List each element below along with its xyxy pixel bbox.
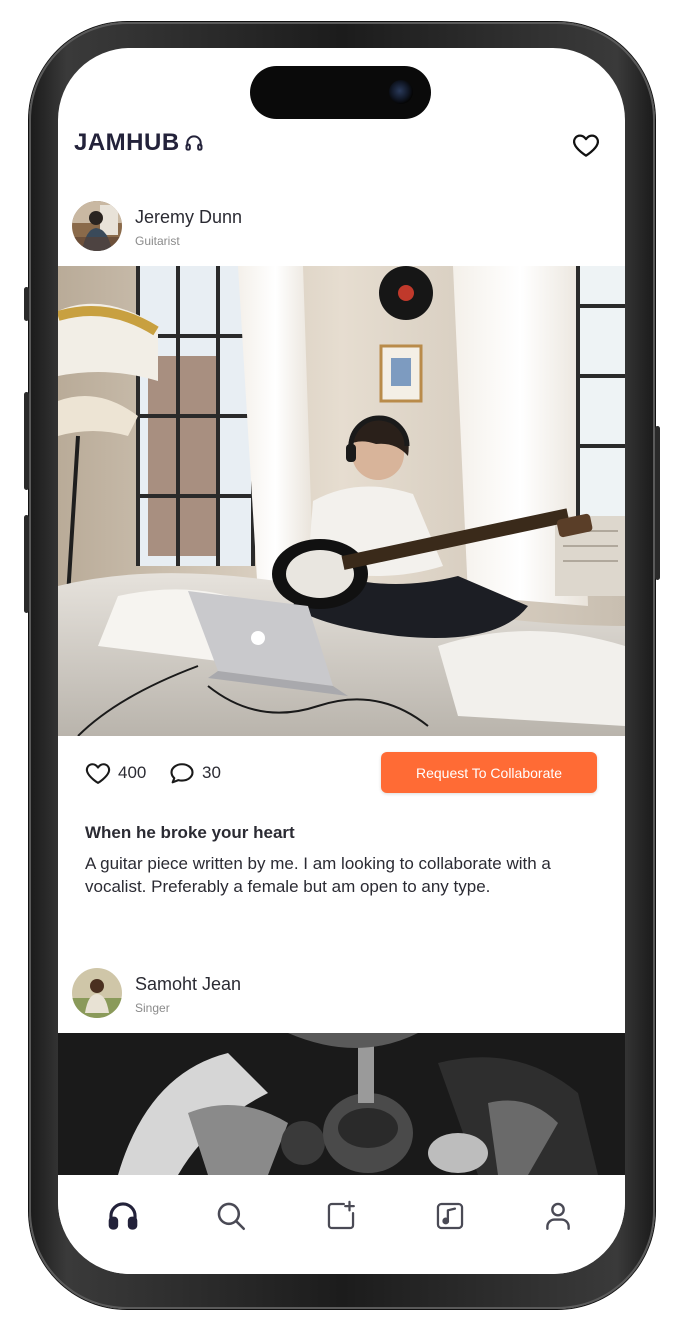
- phone-frame: JAMHUB Jeremy Dunn Guitarist 400 30 Requ…: [24, 22, 660, 1309]
- app-screen: JAMHUB Jeremy Dunn Guitarist 400 30 Requ…: [58, 48, 625, 1274]
- heart-icon: [85, 763, 111, 784]
- comment-icon: [170, 763, 194, 784]
- like-button[interactable]: 400: [84, 759, 146, 787]
- request-collaborate-button[interactable]: Request To Collaborate: [381, 752, 597, 793]
- post-title: When he broke your heart: [85, 823, 295, 842]
- post-image[interactable]: [58, 266, 625, 736]
- music-note-icon[interactable]: [433, 1199, 467, 1233]
- volume-down-button: [24, 515, 29, 613]
- heart-icon[interactable]: [571, 130, 601, 160]
- front-camera: [389, 80, 413, 104]
- bottom-tab-bar: [58, 1175, 625, 1274]
- action-button: [24, 287, 29, 321]
- post-actions: 400 30 Request To Collaborate: [58, 752, 625, 796]
- profile-icon[interactable]: [541, 1199, 575, 1233]
- post-image[interactable]: [58, 1033, 625, 1175]
- avatar[interactable]: [72, 201, 122, 251]
- top-bar: JAMHUB: [58, 123, 625, 173]
- user-role: Guitarist: [135, 234, 180, 248]
- dynamic-island: [250, 66, 431, 119]
- comment-count: 30: [202, 763, 221, 782]
- add-post-icon[interactable]: [324, 1199, 358, 1233]
- like-count: 400: [118, 763, 147, 782]
- post-header: Samoht Jean Singer: [58, 968, 625, 1028]
- search-icon[interactable]: [214, 1199, 248, 1233]
- headphones-icon[interactable]: [106, 1199, 140, 1233]
- app-logo[interactable]: JAMHUB: [74, 129, 204, 157]
- volume-up-button: [24, 392, 29, 490]
- user-role: Singer: [135, 1001, 170, 1015]
- post-description: A guitar piece written by me. I am looki…: [85, 854, 551, 896]
- comment-button[interactable]: 30: [168, 759, 221, 787]
- avatar[interactable]: [72, 968, 122, 1018]
- headphones-icon: [185, 135, 203, 151]
- username[interactable]: Samoht Jean: [135, 974, 241, 995]
- logo-text: JAMHUB: [74, 129, 180, 156]
- username[interactable]: Jeremy Dunn: [135, 207, 242, 228]
- post-header: Jeremy Dunn Guitarist: [58, 201, 625, 261]
- power-button: [655, 426, 660, 580]
